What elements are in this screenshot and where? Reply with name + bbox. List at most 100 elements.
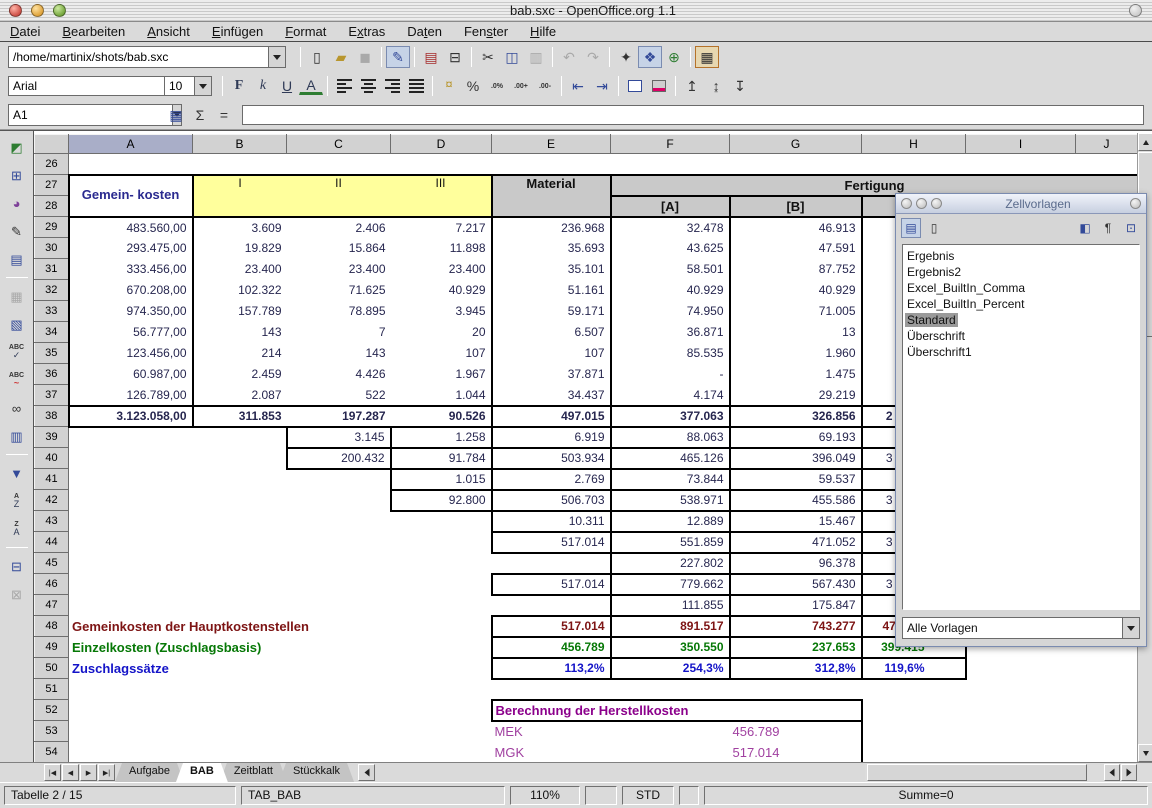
- new-document-icon[interactable]: ▯: [305, 46, 329, 68]
- cell-C27[interactable]: II: [287, 175, 391, 217]
- cell-F51[interactable]: [611, 679, 730, 700]
- cell-A48[interactable]: Gemeinkosten der Hauptkostenstellen: [69, 616, 492, 637]
- cell-J51[interactable]: [1076, 679, 1138, 700]
- cell-E43[interactable]: 10.311: [492, 511, 611, 532]
- cell-A33[interactable]: 974.350,00: [69, 301, 193, 322]
- cell-D35[interactable]: 107: [391, 343, 492, 364]
- cell-F54[interactable]: [611, 742, 730, 763]
- horizontal-scroll-thumb[interactable]: [867, 764, 1087, 781]
- cell-I51[interactable]: [966, 679, 1076, 700]
- align-justify-icon[interactable]: [404, 75, 428, 97]
- cell-F30[interactable]: 43.625: [611, 238, 730, 259]
- row-header-51[interactable]: 51: [35, 679, 69, 700]
- cell-F31[interactable]: 58.501: [611, 259, 730, 280]
- next-sheet-button[interactable]: ▶: [80, 764, 97, 781]
- cell-A27[interactable]: Gemein- kosten: [69, 175, 193, 217]
- borders-icon[interactable]: [623, 75, 647, 97]
- row-header-42[interactable]: 42: [35, 490, 69, 511]
- cell-E49[interactable]: 456.789: [492, 637, 611, 658]
- font-size-input[interactable]: [164, 76, 194, 96]
- cell-B54[interactable]: [193, 742, 287, 763]
- font-name-input[interactable]: [8, 76, 172, 96]
- sheet-tab-aufgabe[interactable]: Aufgabe: [115, 763, 184, 782]
- row-header-40[interactable]: 40: [35, 448, 69, 469]
- cell-C43[interactable]: [287, 511, 391, 532]
- new-style-icon[interactable]: ¶: [1098, 218, 1118, 238]
- row-header-36[interactable]: 36: [35, 364, 69, 385]
- stylist-zoom-button[interactable]: [931, 198, 942, 209]
- cell-B42[interactable]: [193, 490, 287, 511]
- cell-B51[interactable]: [193, 679, 287, 700]
- cell-D47[interactable]: [391, 595, 492, 616]
- status-mode[interactable]: STD: [622, 786, 674, 805]
- cell-C34[interactable]: 7: [287, 322, 391, 343]
- cell-G43[interactable]: 15.467: [730, 511, 862, 532]
- cell-I53[interactable]: [966, 721, 1076, 742]
- fill-format-icon[interactable]: ◧: [1075, 218, 1095, 238]
- cell-J54[interactable]: [1076, 742, 1138, 763]
- row-header-33[interactable]: 33: [35, 301, 69, 322]
- style-item-ergebnis2[interactable]: Ergebnis2: [905, 264, 1137, 280]
- cell-B31[interactable]: 23.400: [193, 259, 287, 280]
- row-header-29[interactable]: 29: [35, 217, 69, 238]
- cell-H52[interactable]: [862, 700, 966, 721]
- autospellcheck-icon[interactable]: ABC~: [3, 368, 31, 392]
- cell-F48[interactable]: 891.517: [611, 616, 730, 637]
- cell-E52[interactable]: Berechnung der Herstellkosten: [492, 700, 862, 721]
- style-item-excel-builtin-comma[interactable]: Excel_BuiltIn_Comma: [905, 280, 1137, 296]
- row-header-35[interactable]: 35: [35, 343, 69, 364]
- align-right-icon[interactable]: [380, 75, 404, 97]
- document-url-input[interactable]: [8, 46, 268, 68]
- row-header-34[interactable]: 34: [35, 322, 69, 343]
- cell-E30[interactable]: 35.693: [492, 238, 611, 259]
- cell-A30[interactable]: 293.475,00: [69, 238, 193, 259]
- cell-C42[interactable]: [287, 490, 391, 511]
- cell-D31[interactable]: 23.400: [391, 259, 492, 280]
- cell-B52[interactable]: [193, 700, 287, 721]
- cell-G31[interactable]: 87.752: [730, 259, 862, 280]
- tab-scroll-button[interactable]: [358, 764, 375, 781]
- cell-A45[interactable]: [69, 553, 193, 574]
- add-decimal-icon[interactable]: .00+: [509, 75, 533, 97]
- cell-F26[interactable]: [611, 154, 730, 175]
- row-header-26[interactable]: 26: [35, 154, 69, 175]
- column-header-E[interactable]: E: [492, 135, 611, 154]
- cell-G47[interactable]: 175.847: [730, 595, 862, 616]
- horizontal-scrollbar[interactable]: [865, 764, 1152, 782]
- underline-icon[interactable]: U: [275, 75, 299, 97]
- cell-A41[interactable]: [69, 469, 193, 490]
- cell-F42[interactable]: 538.971: [611, 490, 730, 511]
- cell-E45[interactable]: [492, 553, 611, 574]
- cell-E36[interactable]: 37.871: [492, 364, 611, 385]
- cell-reference-input[interactable]: [8, 104, 172, 126]
- cell-A42[interactable]: [69, 490, 193, 511]
- cell-I54[interactable]: [966, 742, 1076, 763]
- cell-A26[interactable]: [69, 154, 193, 175]
- cell-D41[interactable]: 1.015: [391, 469, 492, 490]
- cell-B26[interactable]: [193, 154, 287, 175]
- cell-B32[interactable]: 102.322: [193, 280, 287, 301]
- scroll-left-button[interactable]: [1104, 764, 1120, 781]
- cell-G46[interactable]: 567.430: [730, 574, 862, 595]
- row-header-46[interactable]: 46: [35, 574, 69, 595]
- cell-F29[interactable]: 32.478: [611, 217, 730, 238]
- cell-C38[interactable]: 197.287: [287, 406, 391, 427]
- cell-E48[interactable]: 517.014: [492, 616, 611, 637]
- cell-B36[interactable]: 2.459: [193, 364, 287, 385]
- style-item-standard[interactable]: Standard: [905, 312, 1137, 328]
- spellcheck-icon[interactable]: ABC✓: [3, 340, 31, 364]
- previous-sheet-button[interactable]: ◀: [62, 764, 79, 781]
- cell-C26[interactable]: [287, 154, 391, 175]
- stylist-titlebar[interactable]: Zellvorlagen: [896, 194, 1146, 214]
- cell-F53[interactable]: [611, 721, 730, 742]
- draw-functions-icon[interactable]: ✎: [3, 219, 31, 243]
- row-header-54[interactable]: 54: [35, 742, 69, 763]
- cell-E54[interactable]: MGK: [492, 742, 611, 763]
- cell-E31[interactable]: 35.101: [492, 259, 611, 280]
- sort-ascending-icon[interactable]: AZ: [3, 489, 31, 513]
- cell-E32[interactable]: 51.161: [492, 280, 611, 301]
- cell-D36[interactable]: 1.967: [391, 364, 492, 385]
- column-header-I[interactable]: I: [966, 135, 1076, 154]
- cell-F47[interactable]: 111.855: [611, 595, 730, 616]
- cell-D54[interactable]: [391, 742, 492, 763]
